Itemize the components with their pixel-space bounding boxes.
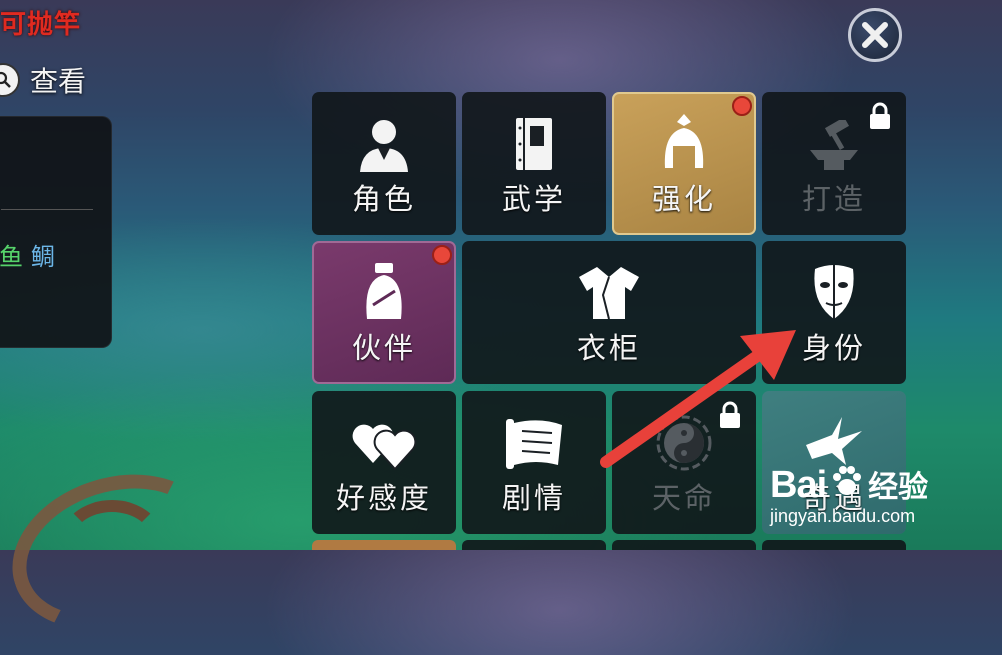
menu-tile-partial[interactable] — [762, 540, 906, 550]
menu-tile-affinity[interactable]: 好感度 — [312, 391, 456, 534]
menu-tile-partial[interactable] — [312, 540, 456, 550]
close-icon — [862, 22, 888, 48]
tile-label: 角色 — [351, 181, 416, 216]
annotation-arrow — [600, 330, 796, 468]
menu-tile-partial[interactable] — [612, 540, 756, 550]
search-icon — [0, 63, 20, 97]
menu-tile-partial[interactable] — [462, 540, 606, 550]
tile-label: 好感度 — [335, 480, 432, 515]
close-button[interactable] — [848, 8, 902, 62]
hearts-icon — [349, 409, 419, 471]
view-button[interactable]: 查看 — [0, 60, 86, 100]
menu-tile-character[interactable]: 角色 — [312, 92, 456, 235]
menu-tile-companion[interactable]: 伙伴 — [312, 241, 456, 384]
baidu-watermark: Bai 经验 — [770, 462, 928, 507]
robe-icon — [577, 259, 641, 321]
character-icon — [356, 110, 412, 172]
fish-name-2: 鲷 — [31, 243, 55, 271]
menu-tile-enhance[interactable]: 强化 — [612, 92, 756, 235]
watermark-brand: Bai — [770, 464, 827, 506]
rope-coil-decoration-inner — [60, 500, 164, 584]
catch-fish-list: 鱼鲷 — [0, 237, 55, 272]
mask-icon — [811, 259, 857, 321]
scroll-icon — [502, 409, 566, 471]
watermark-brand-cn: 经验 — [868, 470, 929, 505]
menu-tile-story[interactable]: 剧情 — [462, 391, 606, 534]
view-button-label: 查看 — [30, 65, 87, 98]
catch-info-panel: 鱼鲷 — [0, 116, 112, 348]
book-icon — [512, 110, 556, 172]
paw-icon — [830, 463, 864, 501]
anvil-icon — [804, 110, 864, 172]
notification-dot — [432, 245, 452, 265]
tile-label: 伙伴 — [351, 330, 416, 365]
tile-label: 武学 — [501, 181, 566, 216]
fish-name-1: 鱼 — [0, 243, 23, 271]
panel-divider — [1, 209, 93, 210]
cast-rod-status: 可抛竿 — [0, 10, 82, 40]
tile-label: 天命 — [651, 480, 716, 515]
companion-icon — [359, 259, 409, 321]
menu-tile-martial-arts[interactable]: 武学 — [462, 92, 606, 235]
notification-dot — [732, 96, 752, 116]
tile-label: 剧情 — [501, 480, 566, 515]
menu-tile-forge[interactable]: 打造 — [762, 92, 906, 235]
lock-icon — [868, 102, 892, 134]
helmet-icon — [659, 110, 709, 172]
tile-label: 强化 — [651, 181, 716, 216]
tile-label: 打造 — [801, 181, 866, 216]
watermark-url: jingyan.baidu.com — [770, 506, 916, 526]
